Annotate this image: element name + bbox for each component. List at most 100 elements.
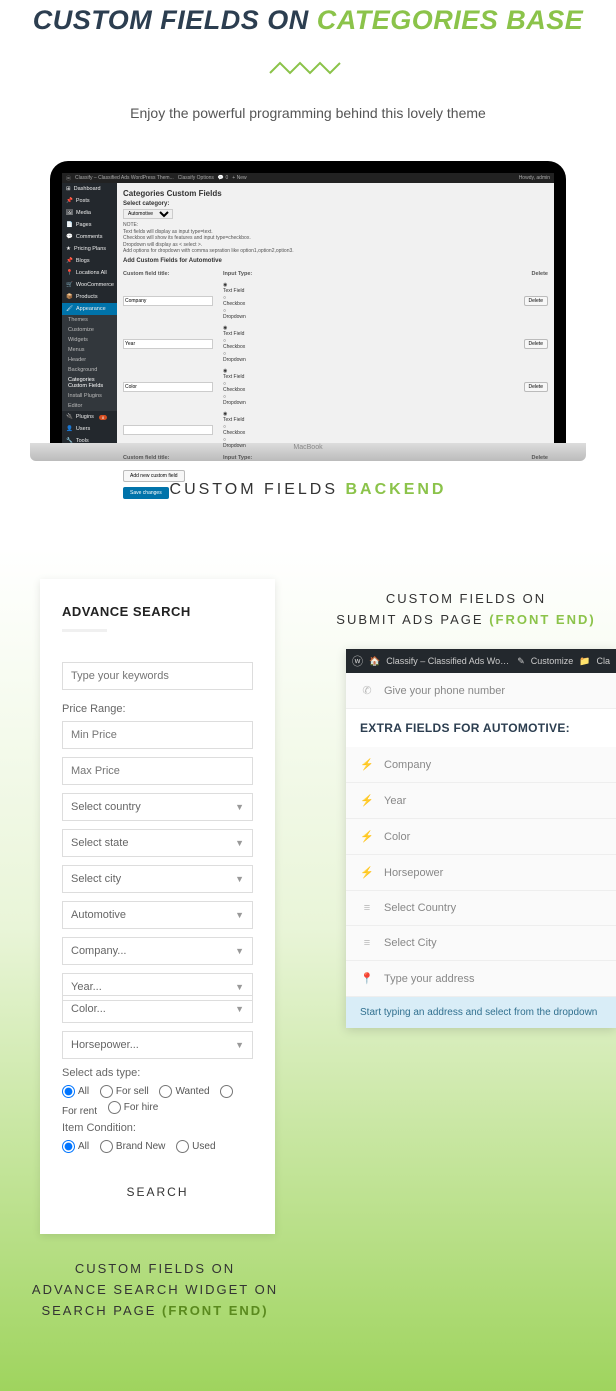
appearance-icon: 🖌: [66, 306, 73, 312]
radio-all[interactable]: All: [62, 1085, 89, 1098]
city-select[interactable]: Select city▼: [62, 865, 253, 893]
price-range-label: Price Range:: [62, 703, 253, 715]
wp-logo-icon: ⓦ: [66, 175, 71, 182]
phone-field[interactable]: ✆Give your phone number: [346, 673, 616, 709]
submenu-background[interactable]: Background: [62, 365, 117, 375]
radio-cond-all[interactable]: All: [62, 1140, 89, 1153]
submenu-widgets[interactable]: Widgets: [62, 335, 117, 345]
chevron-down-icon: ▼: [235, 946, 244, 956]
year-field[interactable]: ⚡Year: [346, 783, 616, 819]
chevron-down-icon: ▼: [235, 910, 244, 920]
caption-search: CUSTOM FIELDS ON ADVANCE SEARCH WIDGET O…: [20, 1259, 290, 1321]
color-field[interactable]: ⚡Color: [346, 819, 616, 855]
sidebar-item-users[interactable]: 👤Users: [62, 423, 117, 435]
submenu-themes[interactable]: Themes: [62, 315, 117, 325]
wp-logo-icon[interactable]: ⓦ: [352, 653, 363, 669]
input-type-radios[interactable]: ◉ Text Field○ Checkbox○ Dropdown: [223, 368, 508, 407]
radio-for-sell[interactable]: For sell: [100, 1085, 149, 1098]
customize-link[interactable]: Customize: [531, 656, 574, 666]
delete-button[interactable]: Delete: [524, 382, 548, 392]
products-icon: 📦: [66, 294, 73, 300]
new-link[interactable]: + New: [232, 175, 246, 181]
laptop-screen: ⓦ Classify – Classified Ads WordPress Th…: [62, 173, 554, 443]
wp-sidebar: ⊞Dashboard 📌Posts 🖼Media 📄Pages 💬Comment…: [62, 183, 117, 443]
plugins-icon: 🔌: [66, 414, 73, 420]
category-select[interactable]: Automotive: [123, 209, 173, 219]
comment-icon[interactable]: 💬 0: [218, 175, 228, 181]
delete-button[interactable]: Delete: [524, 339, 548, 349]
sidebar-item-media[interactable]: 🖼Media: [62, 207, 117, 219]
lower-section: CUSTOM FIELDS ON SUBMIT ADS PAGE (FRONT …: [0, 549, 616, 1391]
field-title-input[interactable]: [123, 425, 213, 435]
submenu-header[interactable]: Header: [62, 355, 117, 365]
sidebar-item-comments[interactable]: 💬Comments: [62, 231, 117, 243]
horsepower-select[interactable]: Horsepower...▼: [62, 1031, 253, 1059]
sidebar-item-pricing[interactable]: ★Pricing Plans: [62, 243, 117, 255]
list-icon: ≡: [360, 937, 374, 949]
advance-search-card: ADVANCE SEARCH Price Range: Select count…: [40, 579, 275, 1234]
sidebar-item-tools[interactable]: 🔧Tools: [62, 435, 117, 447]
color-select[interactable]: Color...▼: [62, 995, 253, 1023]
radio-blank[interactable]: [220, 1085, 233, 1098]
site-name[interactable]: Classify – Classified Ads WordPress Them…: [75, 175, 174, 181]
country-select[interactable]: Select country▼: [62, 793, 253, 821]
country-field[interactable]: ≡Select Country: [346, 891, 616, 926]
hero-title: CUSTOM FIELDS ON CATEGORIES BASE: [20, 5, 596, 36]
tools-icon: 🔧: [66, 438, 73, 444]
radio-used[interactable]: Used: [176, 1140, 215, 1153]
radio-for-hire[interactable]: For hire: [108, 1101, 158, 1114]
save-changes-button[interactable]: Save changes: [123, 487, 169, 499]
radio-for-rent[interactable]: For rent: [62, 1106, 97, 1117]
page-title: Categories Custom Fields: [123, 189, 548, 198]
field-title-input[interactable]: [123, 296, 213, 306]
input-type-radios[interactable]: ◉ Text Field○ Checkbox○ Dropdown: [223, 411, 508, 450]
city-field[interactable]: ≡Select City: [346, 926, 616, 961]
min-price-input[interactable]: [62, 721, 253, 749]
company-field[interactable]: ⚡Company: [346, 747, 616, 783]
sidebar-item-products[interactable]: 📦Products: [62, 291, 117, 303]
sidebar-item-locations[interactable]: 📍Locations All: [62, 267, 117, 279]
submenu-install[interactable]: Install Plugins: [62, 391, 117, 401]
howdy-user[interactable]: Howdy, admin: [519, 175, 550, 181]
condition-radios: All Brand New Used: [62, 1140, 253, 1156]
keywords-input[interactable]: [62, 662, 253, 690]
home-icon[interactable]: 🏠: [369, 656, 380, 667]
sidebar-item-appearance[interactable]: 🖌Appearance: [62, 303, 117, 315]
category-select[interactable]: Automotive▼: [62, 901, 253, 929]
sidebar-item-blogs[interactable]: 📌Blogs: [62, 255, 117, 267]
extra-fields-header: EXTRA FIELDS FOR AUTOMOTIVE:: [346, 709, 616, 747]
customize-icon: ✎: [517, 656, 525, 667]
zigzag-divider: [268, 61, 348, 80]
sidebar-item-dashboard[interactable]: ⊞Dashboard: [62, 183, 117, 195]
company-select[interactable]: Company...▼: [62, 937, 253, 965]
submenu-editor[interactable]: Editor: [62, 401, 117, 411]
sidebar-item-plugins[interactable]: 🔌Plugins8: [62, 411, 117, 423]
folder-icon[interactable]: 📁: [579, 656, 590, 667]
site-title[interactable]: Classify – Classified Ads WordPress Them…: [386, 656, 511, 666]
laptop-section: ⓦ Classify – Classified Ads WordPress Th…: [0, 161, 616, 461]
input-type-radios[interactable]: ◉ Text Field○ Checkbox○ Dropdown: [223, 325, 508, 364]
submenu-catfields[interactable]: Categories Custom Fields: [62, 375, 117, 391]
users-icon: 👤: [66, 426, 73, 432]
radio-brand-new[interactable]: Brand New: [100, 1140, 165, 1153]
state-select[interactable]: Select state▼: [62, 829, 253, 857]
field-title-input[interactable]: [123, 382, 213, 392]
sidebar-item-pages[interactable]: 📄Pages: [62, 219, 117, 231]
address-field[interactable]: 📍Type your address: [346, 961, 616, 997]
input-type-radios[interactable]: ◉ Text Field○ Checkbox○ Dropdown: [223, 282, 508, 321]
submenu-customize[interactable]: Customize: [62, 325, 117, 335]
delete-button[interactable]: Delete: [524, 296, 548, 306]
bolt-icon: ⚡: [360, 758, 374, 771]
max-price-input[interactable]: [62, 757, 253, 785]
radio-wanted[interactable]: Wanted: [159, 1085, 209, 1098]
classify-options[interactable]: Classify Options: [178, 175, 214, 181]
add-field-button[interactable]: Add new custom field: [123, 470, 185, 482]
horsepower-field[interactable]: ⚡Horsepower: [346, 855, 616, 891]
posts-icon: 📌: [66, 198, 73, 204]
sidebar-item-woocommerce[interactable]: 🛒WooCommerce: [62, 279, 117, 291]
submenu-menus[interactable]: Menus: [62, 345, 117, 355]
search-button[interactable]: SEARCH: [62, 1175, 253, 1209]
sidebar-item-posts[interactable]: 📌Posts: [62, 195, 117, 207]
bolt-icon: ⚡: [360, 866, 374, 879]
field-title-input[interactable]: [123, 339, 213, 349]
